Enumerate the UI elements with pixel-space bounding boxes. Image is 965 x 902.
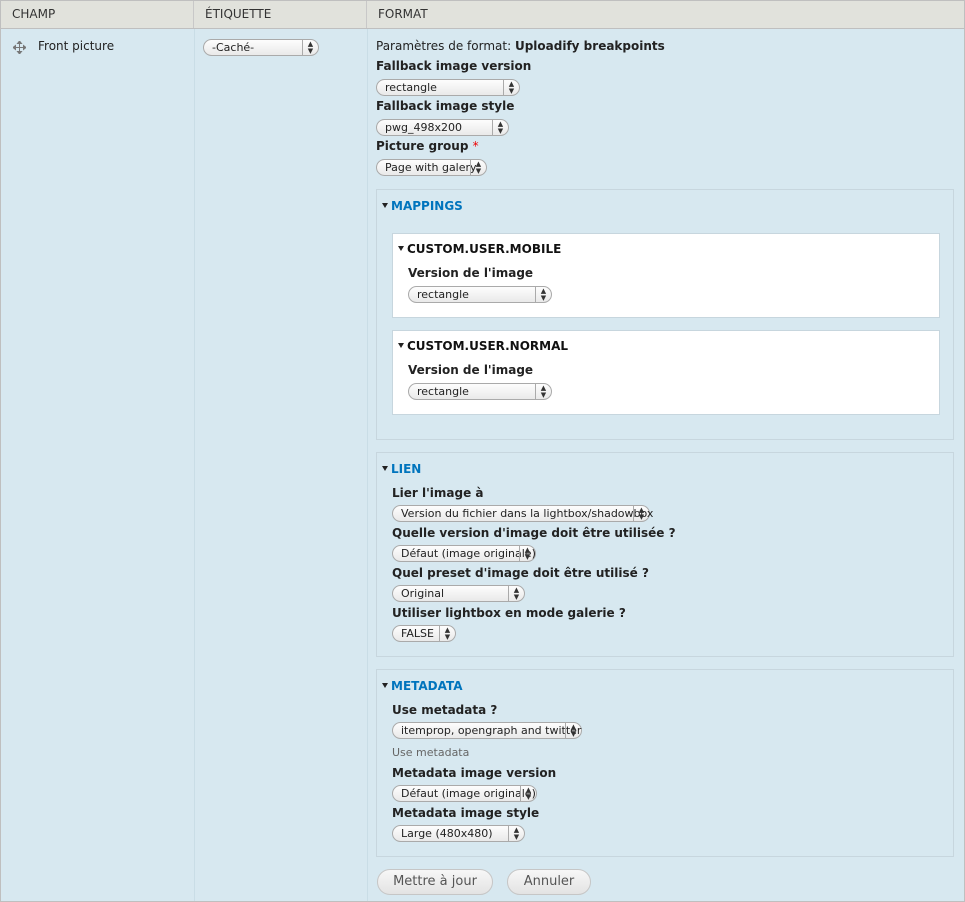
- metadata-version-select[interactable]: Défaut (image originale) ▲ ▼: [392, 785, 537, 802]
- collapse-triangle-icon: [398, 246, 404, 251]
- collapse-triangle-icon: [382, 683, 388, 688]
- metadata-legend-text: METADATA: [391, 679, 463, 693]
- select-arrows-icon: ▲ ▼: [535, 287, 551, 302]
- mapping-mobile-legend[interactable]: CUSTOM.USER.MOBILE: [398, 242, 561, 256]
- use-metadata-select[interactable]: itemprop, opengraph and twitter ▲ ▼: [392, 722, 582, 739]
- select-arrows-icon: ▲ ▼: [565, 723, 581, 738]
- metadata-version-label: Metadata image version: [392, 766, 557, 780]
- lien-legend[interactable]: LIEN: [382, 462, 421, 476]
- label-select-value: -Caché-: [212, 41, 255, 54]
- select-arrows-icon: ▲ ▼: [535, 384, 551, 399]
- lien-legend-text: LIEN: [391, 462, 422, 476]
- metadata-style-value: Large (480x480): [401, 827, 493, 840]
- mappings-legend-text: MAPPINGS: [391, 199, 463, 213]
- select-arrows-icon: ▲ ▼: [302, 40, 318, 55]
- fallback-version-select[interactable]: rectangle ▲ ▼: [376, 79, 520, 96]
- use-metadata-label: Use metadata ?: [392, 703, 498, 717]
- header-format: FORMAT: [378, 7, 428, 21]
- link-version-select[interactable]: Défaut (image originale) ▲ ▼: [392, 545, 536, 562]
- mapping-mobile-version-value: rectangle: [417, 288, 469, 301]
- mapping-normal-version-value: rectangle: [417, 385, 469, 398]
- select-arrows-icon: ▲ ▼: [492, 120, 508, 135]
- link-image-value: Version du fichier dans la lightbox/shad…: [401, 507, 654, 520]
- use-metadata-value: itemprop, opengraph and twitter: [401, 724, 582, 737]
- link-gallery-value: FALSE: [401, 627, 434, 640]
- select-arrows-icon: ▲ ▼: [508, 586, 524, 601]
- field-display-table: CHAMP ÉTIQUETTE FORMAT Front picture -Ca: [0, 0, 965, 902]
- lien-fieldset: LIEN Lier l'image à Version du fichier d…: [376, 452, 954, 657]
- mapping-mobile-box: CUSTOM.USER.MOBILE Version de l'image re…: [392, 233, 940, 318]
- mappings-legend[interactable]: MAPPINGS: [382, 199, 463, 213]
- link-preset-value: Original: [401, 587, 445, 600]
- fallback-version-label: Fallback image version: [376, 59, 532, 73]
- link-preset-label: Quel preset d'image doit être utilisé ?: [392, 566, 649, 580]
- link-gallery-label: Utiliser lightbox en mode galerie ?: [392, 606, 626, 620]
- format-settings-line: Paramètres de format: Uploadify breakpoi…: [376, 39, 665, 53]
- column-divider: [367, 29, 368, 901]
- format-settings-name: Uploadify breakpoints: [514, 39, 665, 53]
- picture-group-label: Picture group *: [376, 139, 479, 153]
- column-divider: [194, 29, 195, 901]
- table-header: CHAMP ÉTIQUETTE FORMAT: [1, 1, 964, 29]
- update-button[interactable]: Mettre à jour: [377, 869, 493, 895]
- link-image-select[interactable]: Version du fichier dans la lightbox/shad…: [392, 505, 654, 522]
- mappings-fieldset: MAPPINGS CUSTOM.USER.MOBILE Version de l…: [376, 189, 954, 440]
- link-gallery-select[interactable]: FALSE ▲ ▼: [392, 625, 456, 642]
- collapse-triangle-icon: [398, 343, 404, 348]
- fallback-style-label: Fallback image style: [376, 99, 515, 113]
- header-label: ÉTIQUETTE: [194, 1, 367, 28]
- mapping-mobile-version-label: Version de l'image: [408, 266, 534, 280]
- select-arrows-icon: ▲ ▼: [520, 786, 536, 801]
- metadata-style-select[interactable]: Large (480x480) ▲ ▼: [392, 825, 525, 842]
- field-name: Front picture: [38, 39, 115, 53]
- metadata-style-label: Metadata image style: [392, 806, 540, 820]
- select-arrows-icon: ▲ ▼: [633, 506, 649, 521]
- header-field: CHAMP: [1, 1, 194, 28]
- link-image-label: Lier l'image à: [392, 486, 484, 500]
- link-preset-select[interactable]: Original ▲ ▼: [392, 585, 525, 602]
- mapping-mobile-legend-text: CUSTOM.USER.MOBILE: [407, 242, 562, 256]
- collapse-triangle-icon: [382, 466, 388, 471]
- cancel-button[interactable]: Annuler: [507, 869, 591, 895]
- select-arrows-icon: ▲ ▼: [519, 546, 535, 561]
- fallback-style-select[interactable]: pwg_498x200 ▲ ▼: [376, 119, 509, 136]
- metadata-version-value: Défaut (image originale): [401, 787, 536, 800]
- link-version-value: Défaut (image originale): [401, 547, 536, 560]
- table-row: Front picture -Caché- ▲ ▼ Paramètres de f…: [1, 29, 964, 901]
- required-marker: *: [472, 139, 479, 153]
- collapse-triangle-icon: [382, 203, 388, 208]
- mapping-mobile-version-select[interactable]: rectangle ▲ ▼: [408, 286, 552, 303]
- use-metadata-description: Use metadata: [392, 746, 470, 759]
- fallback-version-value: rectangle: [385, 81, 437, 94]
- metadata-legend[interactable]: METADATA: [382, 679, 463, 693]
- metadata-fieldset: METADATA Use metadata ? itemprop, opengr…: [376, 669, 954, 857]
- picture-group-value: Page with galery: [385, 161, 477, 174]
- fallback-style-value: pwg_498x200: [385, 121, 462, 134]
- format-settings-prefix: Paramètres de format:: [376, 39, 512, 53]
- mapping-normal-version-select[interactable]: rectangle ▲ ▼: [408, 383, 552, 400]
- link-version-label: Quelle version d'image doit être utilisé…: [392, 526, 676, 540]
- select-arrows-icon: ▲ ▼: [508, 826, 524, 841]
- mapping-normal-legend-text: CUSTOM.USER.NORMAL: [407, 339, 569, 353]
- label-select[interactable]: -Caché- ▲ ▼: [203, 39, 319, 56]
- mapping-normal-version-label: Version de l'image: [408, 363, 534, 377]
- mapping-normal-legend[interactable]: CUSTOM.USER.NORMAL: [398, 339, 568, 353]
- picture-group-select[interactable]: Page with galery ▲ ▼: [376, 159, 487, 176]
- select-arrows-icon: ▲ ▼: [439, 626, 455, 641]
- mapping-normal-box: CUSTOM.USER.NORMAL Version de l'image re…: [392, 330, 940, 415]
- select-arrows-icon: ▲ ▼: [503, 80, 519, 95]
- select-arrows-icon: ▲ ▼: [470, 160, 486, 175]
- drag-handle-icon[interactable]: [12, 40, 27, 55]
- picture-group-label-text: Picture group: [376, 139, 469, 153]
